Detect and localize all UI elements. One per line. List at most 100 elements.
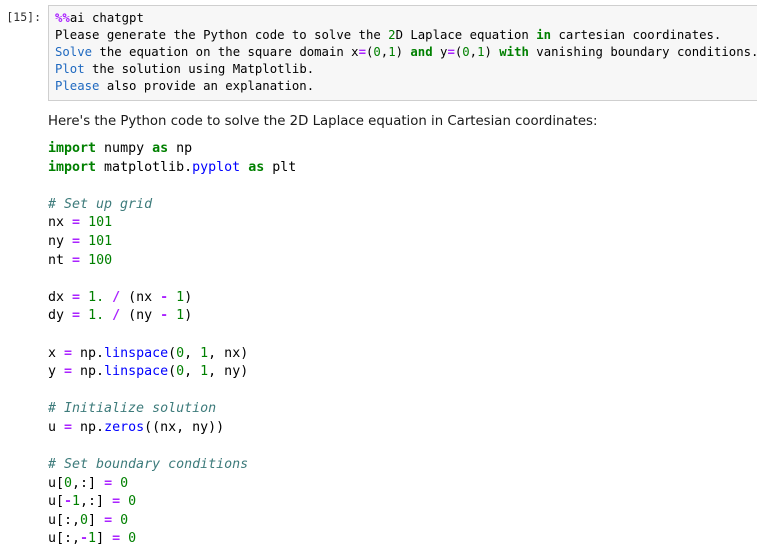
- code-line: import numpy as np: [48, 140, 750, 159]
- code-token: , ny): [208, 364, 249, 380]
- code-token: np.: [72, 419, 105, 435]
- code-token: in: [536, 28, 552, 42]
- code-token: the solution using Matplotlib.: [84, 62, 315, 76]
- output-code-block: import numpy as np import matplotlib.pypl…: [48, 140, 750, 549]
- code-token: pyplot: [192, 159, 241, 175]
- code-token: linspace: [104, 364, 169, 380]
- code-token: 0: [120, 512, 129, 528]
- code-line: u = np.zeros((nx, ny)): [48, 419, 750, 438]
- code-line: nt = 100: [48, 252, 750, 271]
- input-prompt-label: [15]:: [6, 10, 41, 24]
- code-line: import matplotlib.pyplot as plt: [48, 159, 750, 178]
- code-token: =: [72, 289, 81, 305]
- code-token: 0: [176, 364, 185, 380]
- code-input-area[interactable]: %%ai chatgpt Please generate the Python c…: [48, 5, 757, 101]
- code-token: linspace: [104, 345, 169, 361]
- code-token: %%: [55, 11, 70, 25]
- code-token: =: [72, 233, 81, 249]
- code-token: ,: [184, 345, 201, 361]
- code-token: u: [48, 419, 65, 435]
- code-token: =: [104, 512, 113, 528]
- code-line: u[0,:] = 0: [48, 475, 750, 494]
- code-token: ,: [469, 45, 478, 59]
- code-token: =: [64, 364, 73, 380]
- code-token: 0: [373, 45, 381, 59]
- code-token: ((nx, ny)): [144, 419, 225, 435]
- code-token: 1: [176, 289, 185, 305]
- code-line: Please also provide an explanation.: [55, 78, 757, 95]
- code-token: plt: [264, 159, 297, 175]
- code-token: (ny: [120, 308, 161, 324]
- code-token: import: [48, 141, 97, 156]
- code-token: np: [168, 141, 193, 156]
- code-token: 1: [200, 345, 209, 361]
- code-token: =: [64, 419, 73, 435]
- code-token: 1: [200, 364, 209, 380]
- code-token: =: [358, 45, 366, 59]
- code-token: 1: [72, 494, 81, 510]
- code-token: 1: [176, 308, 185, 324]
- code-token: ): [184, 289, 193, 305]
- input-code-editor[interactable]: %%ai chatgpt Please generate the Python c…: [55, 10, 757, 95]
- code-token: 101: [88, 215, 113, 231]
- code-token: vanishing boundary conditions.: [528, 45, 757, 59]
- code-token: =: [64, 345, 73, 361]
- code-line: nx = 101: [48, 214, 750, 233]
- code-token: ]: [88, 512, 105, 528]
- code-line: ny = 101: [48, 233, 750, 252]
- code-token: # Set up grid: [48, 196, 153, 212]
- code-line: # Initialize solution: [48, 400, 750, 419]
- code-token: ,:]: [80, 494, 113, 510]
- code-line: dy = 1. / (ny - 1): [48, 307, 750, 326]
- code-token: ): [184, 308, 193, 324]
- code-token: # Set boundary conditions: [48, 457, 249, 473]
- code-line: dx = 1. / (nx - 1): [48, 289, 750, 308]
- code-token: u[:,: [48, 512, 81, 528]
- code-token: 0: [128, 494, 137, 510]
- code-token: the equation on the square domain x: [92, 45, 359, 59]
- code-token: 0: [128, 531, 137, 547]
- code-token: Please generate the Python code to solve…: [55, 28, 389, 42]
- code-token: -: [64, 494, 73, 510]
- code-line: Plot the solution using Matplotlib.: [55, 61, 757, 78]
- code-line: # Set boundary conditions: [48, 456, 750, 475]
- code-token: x: [48, 345, 65, 361]
- output-intro-text: Here's the Python code to solve the 2D L…: [48, 114, 598, 129]
- code-token: (: [168, 364, 177, 380]
- code-token: (: [168, 345, 177, 361]
- code-token: =: [112, 494, 121, 510]
- notebook-input-cell[interactable]: [15]: %%ai chatgpt Please generate the Py…: [0, 0, 757, 101]
- code-token: =: [447, 45, 455, 59]
- code-token: zeros: [104, 419, 145, 435]
- code-token: -: [80, 531, 89, 547]
- code-token: 0: [64, 475, 73, 491]
- code-token: u[: [48, 494, 65, 510]
- code-token: y: [432, 45, 448, 59]
- code-token: =: [112, 531, 121, 547]
- code-token: (nx: [120, 289, 161, 305]
- code-token: 0: [120, 475, 129, 491]
- code-token: 2: [388, 28, 396, 42]
- code-token: ]: [96, 531, 113, 547]
- code-token: =: [104, 475, 113, 491]
- code-token: ,: [184, 364, 201, 380]
- code-line: %%ai chatgpt: [55, 10, 757, 27]
- code-line: Solve the equation on the square domain …: [55, 44, 757, 61]
- code-token: -: [160, 308, 169, 324]
- code-token: =: [72, 252, 81, 268]
- code-token: np.: [72, 364, 105, 380]
